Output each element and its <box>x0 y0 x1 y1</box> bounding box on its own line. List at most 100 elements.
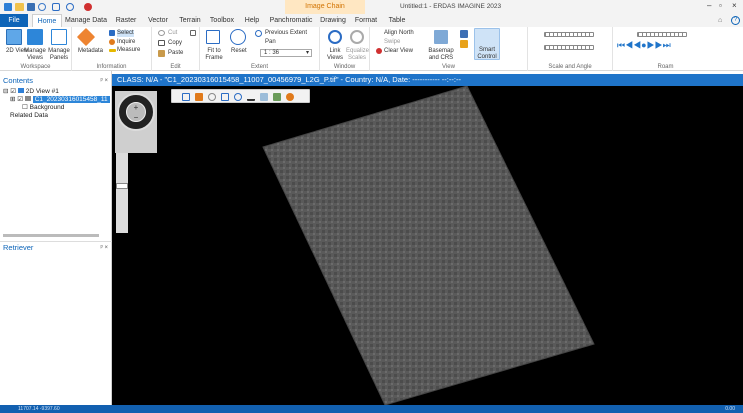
cursor-icon[interactable] <box>52 3 60 11</box>
reset-zoom-icon[interactable] <box>230 29 246 45</box>
folder-open-icon[interactable] <box>15 3 24 11</box>
tree-label-2d-view: 2D View #1 <box>25 88 59 95</box>
group-scale-angle: Scale and Angle <box>528 27 613 71</box>
help-icon[interactable]: ? <box>731 16 740 25</box>
scale-slider[interactable] <box>544 32 594 37</box>
tab-panchromatic[interactable]: Panchromatic <box>268 14 314 27</box>
tab-file[interactable]: File <box>0 14 28 27</box>
zoom-icon[interactable] <box>66 3 74 11</box>
manage-panels-icon[interactable] <box>51 29 67 45</box>
select-icon[interactable] <box>109 30 115 36</box>
image-footprint <box>262 86 595 405</box>
manage-views-icon[interactable] <box>27 29 43 45</box>
tree-item-image-layer[interactable]: ⊞ ☑ C1_20230316015458_11 <box>10 96 110 104</box>
measure-button[interactable]: Measure <box>117 47 140 54</box>
previous-extent-button[interactable]: Previous Extent <box>265 30 307 37</box>
tab-drawing[interactable]: Drawing <box>318 14 348 27</box>
undo-icon[interactable] <box>38 3 46 11</box>
window-title: Untitled:1 - ERDAS IMAGINE 2023 <box>400 3 502 10</box>
ribbon-options-icon[interactable]: ⌂ <box>718 17 722 24</box>
tree-item-background[interactable]: ☐ Background <box>22 104 64 112</box>
layer-icon-2[interactable] <box>460 40 468 48</box>
tab-vector[interactable]: Vector <box>144 14 172 27</box>
cut-button[interactable]: Cut <box>168 30 177 37</box>
metadata-button[interactable]: Metadata <box>78 48 103 55</box>
tree-label-related-data: Related Data <box>10 112 48 119</box>
roam-controls[interactable]: ⏮◀◀●▶▶⏭ <box>617 41 671 50</box>
paste-button[interactable]: Paste <box>168 50 183 57</box>
tab-table[interactable]: Table <box>385 14 409 27</box>
delete-icon[interactable] <box>190 30 196 36</box>
retriever-panel-controls[interactable]: ᵖ × <box>101 242 108 254</box>
tab-manage-data[interactable]: Manage Data <box>64 14 108 27</box>
fit-to-frame-button[interactable]: Fit to Frame <box>204 48 224 62</box>
tab-format[interactable]: Format <box>352 14 380 27</box>
pointer-tool-icon[interactable] <box>182 93 190 101</box>
swipe-button[interactable]: Swipe <box>384 39 400 46</box>
background-icon: ☐ <box>22 104 28 111</box>
zoom-slider[interactable] <box>116 153 128 233</box>
scale-select[interactable]: 1 : 36 ▾ <box>260 49 312 57</box>
expand-icon[interactable]: ⊟ <box>3 88 8 95</box>
roam-slider[interactable] <box>637 32 687 37</box>
expand-icon[interactable]: ⊞ <box>10 96 15 103</box>
copy-button[interactable]: Copy <box>168 40 182 47</box>
status-value: 0.00 <box>725 406 735 412</box>
metadata-icon[interactable] <box>76 27 96 47</box>
clear-view-button[interactable]: Clear View <box>384 48 413 55</box>
measure-icon[interactable] <box>109 49 116 52</box>
raster-icon <box>24 96 31 101</box>
layer-tool-icon[interactable] <box>273 93 281 101</box>
measure-tool-icon[interactable] <box>260 93 268 101</box>
layer-icon-1[interactable] <box>460 30 468 38</box>
contents-title: Contents <box>3 76 34 85</box>
close-window-button[interactable]: × <box>732 2 737 10</box>
inquire-button[interactable]: Inquire <box>117 39 135 46</box>
link-views-button[interactable]: Link Views <box>325 48 345 62</box>
basemap-button[interactable]: Basemap and CRS <box>428 48 454 62</box>
tree-item-2d-view[interactable]: ⊟ ☑ 2D View #1 <box>3 88 59 96</box>
tree-item-related-data[interactable]: Related Data <box>10 112 48 120</box>
tab-help[interactable]: Help <box>241 14 263 27</box>
contents-panel-controls[interactable]: ᵖ × <box>101 75 108 87</box>
tab-terrain[interactable]: Terrain <box>175 14 205 27</box>
paste-icon <box>158 50 165 57</box>
map-view[interactable] <box>112 86 743 405</box>
select-button[interactable]: Select <box>117 30 134 37</box>
fit-tool-icon[interactable] <box>221 93 229 101</box>
info-tool-icon[interactable] <box>286 93 294 101</box>
checkbox-icon[interactable]: ☑ <box>10 88 16 95</box>
save-icon[interactable] <box>27 3 35 11</box>
restore-button[interactable]: ▫ <box>719 2 722 10</box>
link-views-icon[interactable] <box>328 30 342 44</box>
north-tool-icon[interactable] <box>247 93 255 101</box>
tab-home[interactable]: Home <box>32 14 62 27</box>
navigation-control[interactable]: + − <box>115 91 157 153</box>
tab-toolbox[interactable]: Toolbox <box>207 14 237 27</box>
manage-views-button[interactable]: Manage Views <box>24 48 46 62</box>
pan-button[interactable]: Pan <box>265 39 276 46</box>
fit-to-frame-icon[interactable] <box>206 30 220 44</box>
angle-slider[interactable] <box>544 45 594 50</box>
align-north-button[interactable]: Align North <box>384 30 414 37</box>
zoom-slider-thumb[interactable] <box>116 183 128 189</box>
checkbox-icon[interactable]: ☑ <box>17 96 23 103</box>
manage-panels-button[interactable]: Manage Panels <box>48 48 70 62</box>
2d-view-icon[interactable] <box>6 29 22 45</box>
group-label: Window <box>333 64 356 70</box>
basemap-icon[interactable] <box>434 30 448 44</box>
zoom-in-out-control[interactable]: + − <box>126 102 146 122</box>
tab-raster[interactable]: Raster <box>112 14 140 27</box>
inquire-icon[interactable] <box>109 39 115 45</box>
tag-tool-icon[interactable] <box>195 93 203 101</box>
view-header: CLASS: N/A - "C1_20230316015458_11007_00… <box>112 74 743 86</box>
reset-button[interactable]: Reset <box>231 48 247 55</box>
contents-scrollbar[interactable] <box>3 234 99 237</box>
zoom-tool-icon[interactable] <box>234 93 242 101</box>
smart-control-button[interactable]: Smart Control <box>475 47 499 61</box>
close-icon[interactable] <box>84 3 92 11</box>
pan-tool-icon[interactable] <box>208 93 216 101</box>
retriever-panel-header: Retriever ᵖ × <box>0 241 112 253</box>
minimize-button[interactable]: – <box>707 2 711 10</box>
equalize-scales-button[interactable]: Equalize Scales <box>346 48 369 62</box>
